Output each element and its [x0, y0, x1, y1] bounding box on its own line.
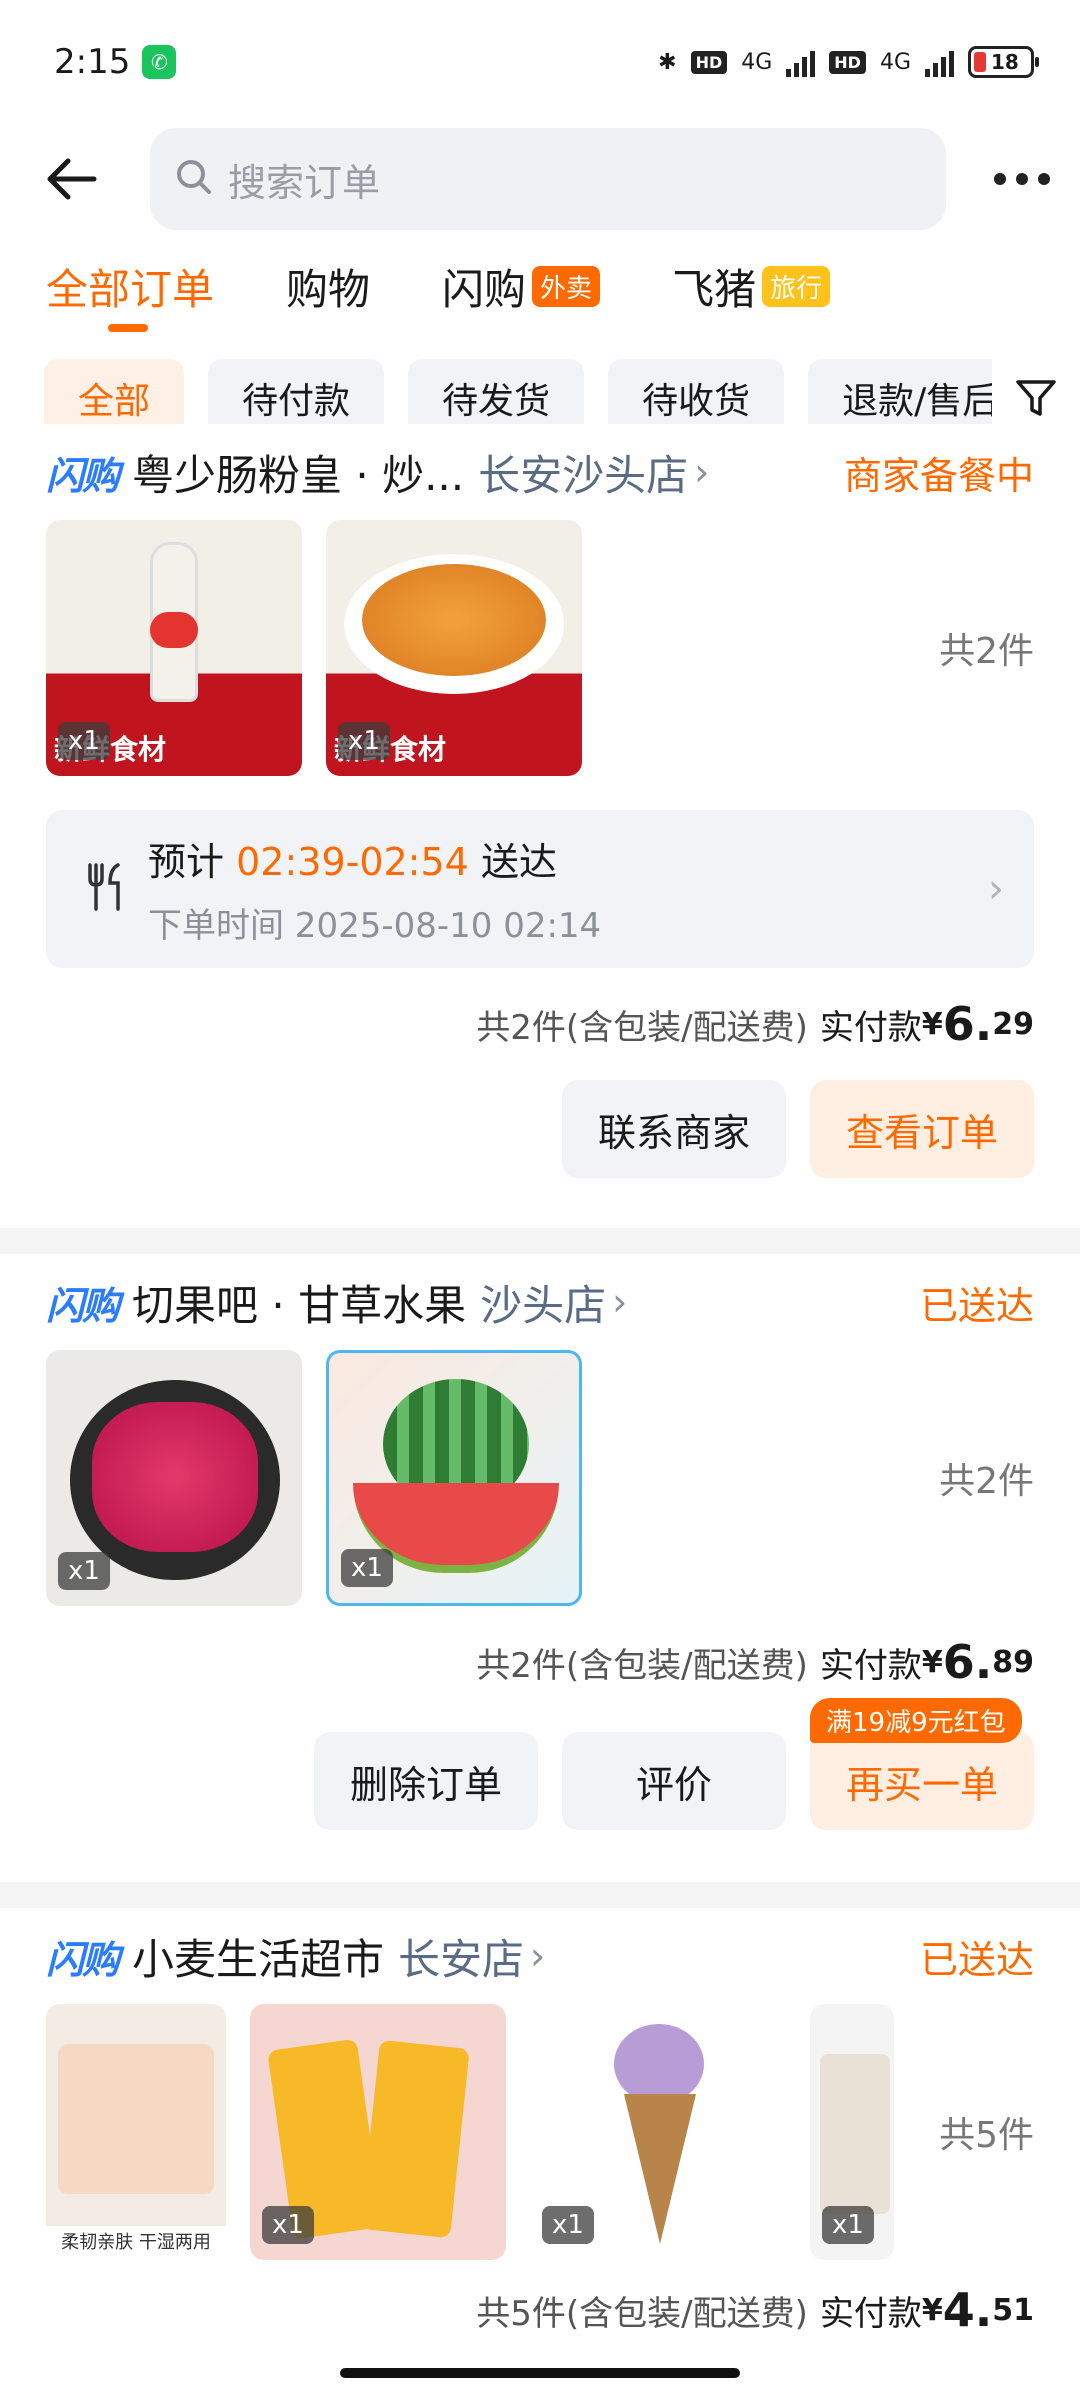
shop-branch[interactable]: 沙头店 — [480, 1272, 606, 1333]
tab-all-orders[interactable]: 全部订单 — [46, 256, 214, 317]
hd-badge: HD — [690, 50, 728, 74]
delivery-eta-panel[interactable]: 预计 02:39-02:54 送达 下单时间 2025-08-10 02:14 … — [46, 810, 1034, 968]
shop-name[interactable]: 粤少肠粉皇 · 炒... — [132, 442, 464, 503]
network-label: 4G — [741, 49, 773, 75]
contact-merchant-button[interactable]: 联系商家 — [562, 1080, 786, 1178]
view-order-button[interactable]: 查看订单 — [810, 1080, 1034, 1178]
review-button[interactable]: 评价 — [562, 1732, 786, 1830]
signal-icon-2 — [925, 47, 954, 77]
chevron-right-icon[interactable]: › — [530, 1934, 545, 1978]
chevron-right-icon[interactable]: › — [612, 1280, 627, 1324]
order-status: 已送达 — [919, 1937, 1034, 1982]
price-int: 4. — [942, 2283, 993, 2337]
price-dec: 51 — [992, 2292, 1034, 2328]
product-image-drink[interactable]: 新鲜食材 x1 — [46, 520, 302, 776]
item-count: 共2件 — [939, 631, 1034, 672]
buy-again-button[interactable]: 满19减9元红包 再买一单 — [810, 1698, 1034, 1830]
search-placeholder: 搜索订单 — [228, 160, 381, 205]
chevron-right-icon: › — [988, 866, 1004, 912]
price-dec: 29 — [992, 1006, 1034, 1042]
header: 2:15 ✆ ✱ HD 4G HD 4G 18 搜索订单 全部订单 购物 闪购外… — [0, 0, 1080, 458]
product-image-tissue[interactable]: 柔韧亲肤 干湿两用 — [46, 2004, 226, 2260]
active-tab-indicator — [108, 324, 148, 332]
product-image-dragon-fruit[interactable]: x1 — [46, 1350, 302, 1606]
tab-tag-travel: 旅行 — [762, 265, 831, 307]
tab-fliggy[interactable]: 飞猪 旅行 — [672, 256, 831, 317]
item-quantity: x1 — [58, 1552, 110, 1590]
pay-label: 实付款 — [819, 1007, 922, 1048]
clock: 2:15 — [54, 42, 131, 82]
price-dec: 89 — [992, 1644, 1034, 1680]
item-count: 共2件 — [939, 1461, 1034, 1502]
order-status: 已送达 — [919, 1283, 1034, 1328]
currency: ¥ — [921, 1006, 943, 1042]
total-summary: 共5件(含包装/配送费) — [476, 2293, 808, 2334]
utensils-icon — [84, 863, 126, 915]
tab-tag-takeout: 外卖 — [532, 265, 601, 307]
shop-name[interactable]: 小麦生活超市 — [132, 1926, 384, 1987]
eta-suffix: 送达 — [480, 840, 557, 884]
order-total: 共5件(含包装/配送费) 实付款 ¥4. 51 — [46, 2260, 1034, 2360]
product-image-ice-cream-bars[interactable]: x1 — [250, 2004, 506, 2260]
price-int: 6. — [942, 1635, 993, 1689]
currency: ¥ — [921, 2292, 943, 2328]
back-arrow-icon[interactable] — [44, 149, 104, 209]
item-quantity: x1 — [58, 722, 110, 760]
tab-shopping[interactable]: 购物 — [286, 256, 370, 317]
item-quantity: x1 — [262, 2206, 314, 2244]
currency: ¥ — [921, 1644, 943, 1680]
tab-flash-buy[interactable]: 闪购 外卖 — [442, 256, 601, 317]
item-count: 共5件 — [919, 2106, 1034, 2158]
total-summary: 共2件(含包装/配送费) — [476, 1645, 808, 1686]
flash-buy-logo: 闪购 — [46, 1937, 120, 1982]
home-indicator[interactable] — [340, 2368, 740, 2378]
order-time: 下单时间 2025-08-10 02:14 — [148, 906, 602, 946]
flash-buy-logo: 闪购 — [46, 453, 120, 498]
search-input[interactable]: 搜索订单 — [150, 128, 946, 230]
order-total: 共2件(含包装/配送费) 实付款 ¥6. 29 — [46, 968, 1034, 1080]
product-image-fried-rice[interactable]: 新鲜食材 x1 — [326, 520, 582, 776]
hd-badge-2: HD — [829, 50, 866, 74]
order-card-1[interactable]: 闪购 粤少肠粉皇 · 炒... 长安沙头店 › 商家备餐中 新鲜食材 x1 新鲜… — [0, 424, 1080, 1228]
buy-again-label: 再买一单 — [845, 1762, 998, 1807]
eta-prefix: 预计 — [148, 840, 225, 884]
search-icon — [174, 157, 214, 201]
pay-label: 实付款 — [819, 2293, 922, 2334]
order-status: 商家备餐中 — [843, 453, 1034, 498]
pay-label: 实付款 — [819, 1645, 922, 1686]
order-card-3[interactable]: 闪购 小麦生活超市 长安店 › 已送达 柔韧亲肤 干湿两用 x1 x1 x1 共… — [0, 1908, 1080, 2400]
eta-time: 02:39-02:54 — [236, 840, 469, 884]
status-bar: 2:15 ✆ ✱ HD 4G HD 4G 18 — [0, 0, 1080, 124]
item-quantity: x1 — [822, 2206, 874, 2244]
product-image-watermelon[interactable]: x1 — [326, 1350, 582, 1606]
flash-buy-logo: 闪购 — [46, 1283, 120, 1328]
wechat-icon: ✆ — [142, 45, 177, 79]
product-image-cone[interactable]: x1 — [530, 2004, 786, 2260]
order-tabs: 全部订单 购物 闪购 外卖 飞猪 旅行 — [0, 234, 1080, 338]
promo-badge: 满19减9元红包 — [810, 1698, 1022, 1743]
total-summary: 共2件(含包装/配送费) — [476, 1007, 808, 1048]
item-quantity: x1 — [341, 1549, 393, 1587]
product-image-ice-cream-partial[interactable]: x1 — [810, 2004, 894, 2260]
signal-icon — [786, 47, 816, 77]
product-caption: 柔韧亲肤 干湿两用 — [46, 2226, 226, 2260]
order-card-2[interactable]: 闪购 切果吧 · 甘草水果 沙头店 › 已送达 x1 x1 共2件 共2件(含包… — [0, 1254, 1080, 1882]
battery-icon: 18 — [968, 46, 1039, 78]
chevron-right-icon[interactable]: › — [694, 450, 709, 494]
network-label-2: 4G — [879, 49, 911, 75]
shop-name[interactable]: 切果吧 · 甘草水果 — [132, 1272, 466, 1333]
price-int: 6. — [942, 997, 993, 1051]
item-quantity: x1 — [542, 2206, 594, 2244]
item-quantity: x1 — [338, 722, 390, 760]
more-options-icon[interactable] — [994, 173, 1050, 185]
shop-branch[interactable]: 长安店 — [398, 1926, 524, 1987]
shop-branch[interactable]: 长安沙头店 — [478, 442, 688, 503]
delete-order-button[interactable]: 删除订单 — [314, 1732, 538, 1830]
bluetooth-icon: ✱ — [658, 49, 677, 75]
